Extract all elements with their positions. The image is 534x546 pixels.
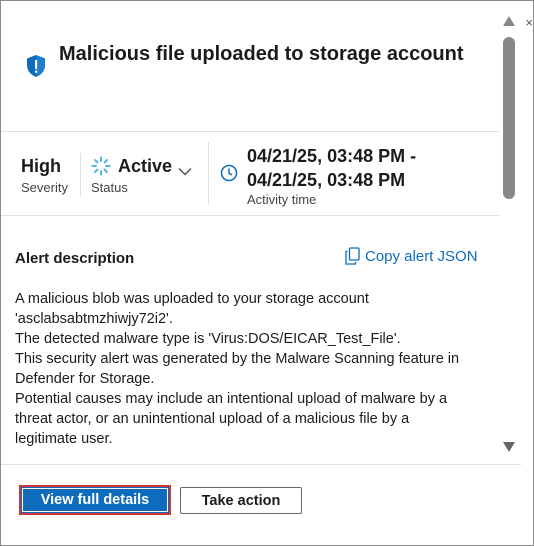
alert-description-body: A malicious blob was uploaded to your st…: [15, 289, 475, 449]
description-line: Potential causes may include an intentio…: [15, 391, 448, 447]
page-title: Malicious file uploaded to storage accou…: [59, 43, 464, 65]
alert-description-heading: Alert description: [15, 250, 135, 267]
activity-time-label: Activity time: [247, 192, 317, 207]
description-line: A malicious blob was uploaded to your st…: [15, 291, 369, 327]
severity-label: Severity: [21, 180, 68, 195]
activity-time-value: 04/21/25, 03:48 PM - 04/21/25, 03:48 PM: [247, 146, 417, 190]
close-icon[interactable]: ×: [525, 15, 533, 30]
view-full-details-button[interactable]: View full details: [19, 485, 171, 515]
shield-alert-icon: [27, 55, 45, 77]
scrollbar-thumb[interactable]: [503, 37, 515, 199]
copy-alert-json-link[interactable]: Copy alert JSON: [345, 247, 478, 265]
summary-separator: [80, 153, 81, 197]
description-line: The detected malware type is 'Virus:DOS/…: [15, 331, 401, 347]
description-line: This security alert was generated by the…: [15, 351, 460, 387]
chevron-down-icon[interactable]: [178, 167, 192, 176]
scroll-up-arrow[interactable]: [502, 15, 516, 27]
summary-divider: [1, 215, 499, 216]
status-value[interactable]: Active: [118, 156, 172, 177]
status-label: Status: [91, 180, 128, 195]
spinner-icon: [91, 156, 111, 176]
copy-alert-json-label: Copy alert JSON: [365, 247, 478, 265]
header-divider: [1, 131, 499, 132]
alert-details-panel: × Malicious file uploaded to storage acc…: [0, 0, 534, 546]
scroll-down-arrow[interactable]: [502, 441, 516, 453]
summary-separator: [208, 142, 209, 204]
severity-value: High: [21, 156, 61, 176]
footer-divider: [1, 464, 521, 465]
take-action-button[interactable]: Take action: [180, 487, 302, 514]
clock-icon: [220, 164, 238, 182]
copy-icon: [345, 247, 360, 265]
